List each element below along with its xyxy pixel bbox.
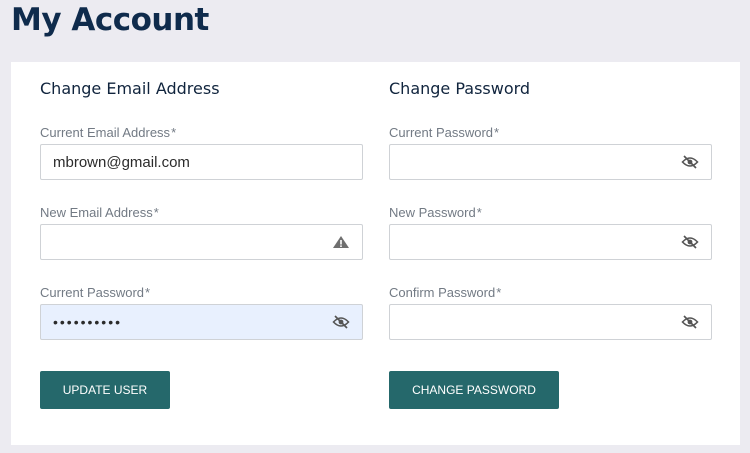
confirm-password-field: Confirm Password* <box>389 284 712 340</box>
email-current-password-input[interactable] <box>41 305 345 339</box>
page-title: My Account <box>11 2 209 38</box>
current-password-input-box <box>389 144 712 180</box>
email-current-password-input-box <box>40 304 363 340</box>
current-email-input-box <box>40 144 363 180</box>
change-password-button[interactable]: CHANGE PASSWORD <box>389 371 559 409</box>
confirm-password-label: Confirm Password* <box>389 285 502 300</box>
current-password-field: Current Password* <box>389 124 712 180</box>
account-card: Change Email Address Current Email Addre… <box>11 62 740 445</box>
confirm-password-input-box <box>389 304 712 340</box>
email-current-password-label: Current Password* <box>40 285 151 300</box>
new-email-input[interactable] <box>41 225 345 259</box>
email-current-password-field: Current Password* <box>40 284 363 340</box>
new-email-input-box <box>40 224 363 260</box>
new-email-label: New Email Address* <box>40 205 159 220</box>
current-email-label: Current Email Address* <box>40 125 177 140</box>
current-email-input[interactable] <box>41 145 345 179</box>
eye-off-icon[interactable] <box>681 155 699 169</box>
eye-off-icon[interactable] <box>681 235 699 249</box>
current-password-label: Current Password* <box>389 125 500 140</box>
current-email-field: Current Email Address* <box>40 124 363 180</box>
eye-off-icon[interactable] <box>332 315 350 329</box>
my-account-page: My Account Change Email Address Current … <box>0 0 750 453</box>
new-password-input[interactable] <box>390 225 694 259</box>
current-password-input[interactable] <box>390 145 694 179</box>
update-user-button[interactable]: UPDATE USER <box>40 371 170 409</box>
change-email-title: Change Email Address <box>40 79 220 98</box>
confirm-password-input[interactable] <box>390 305 694 339</box>
new-password-input-box <box>389 224 712 260</box>
eye-off-icon[interactable] <box>681 315 699 329</box>
warning-icon <box>333 236 349 248</box>
new-email-field: New Email Address* <box>40 204 363 260</box>
new-password-field: New Password* <box>389 204 712 260</box>
change-password-title: Change Password <box>389 79 531 98</box>
new-password-label: New Password* <box>389 205 482 220</box>
